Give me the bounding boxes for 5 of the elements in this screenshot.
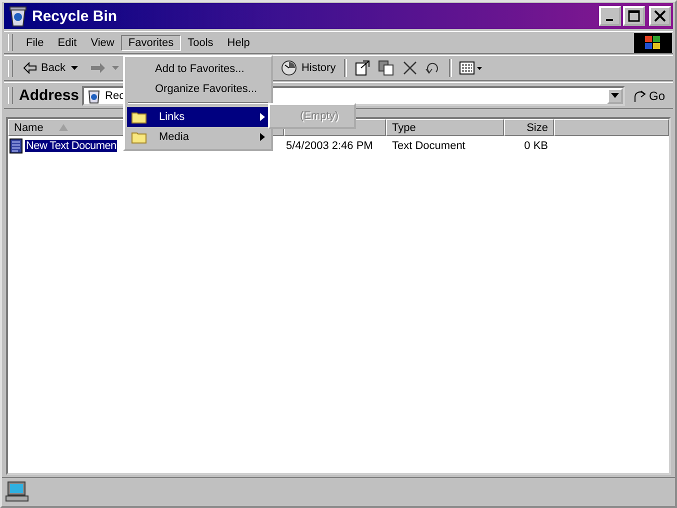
address-label: Address xyxy=(19,87,80,104)
table-cell-text: 5/4/2003 2:46 PM xyxy=(285,140,374,152)
window-title: Recycle Bin xyxy=(32,8,118,24)
table-cell-text: Text Document xyxy=(391,140,466,152)
table-cell-text: 0 KB xyxy=(523,140,549,152)
